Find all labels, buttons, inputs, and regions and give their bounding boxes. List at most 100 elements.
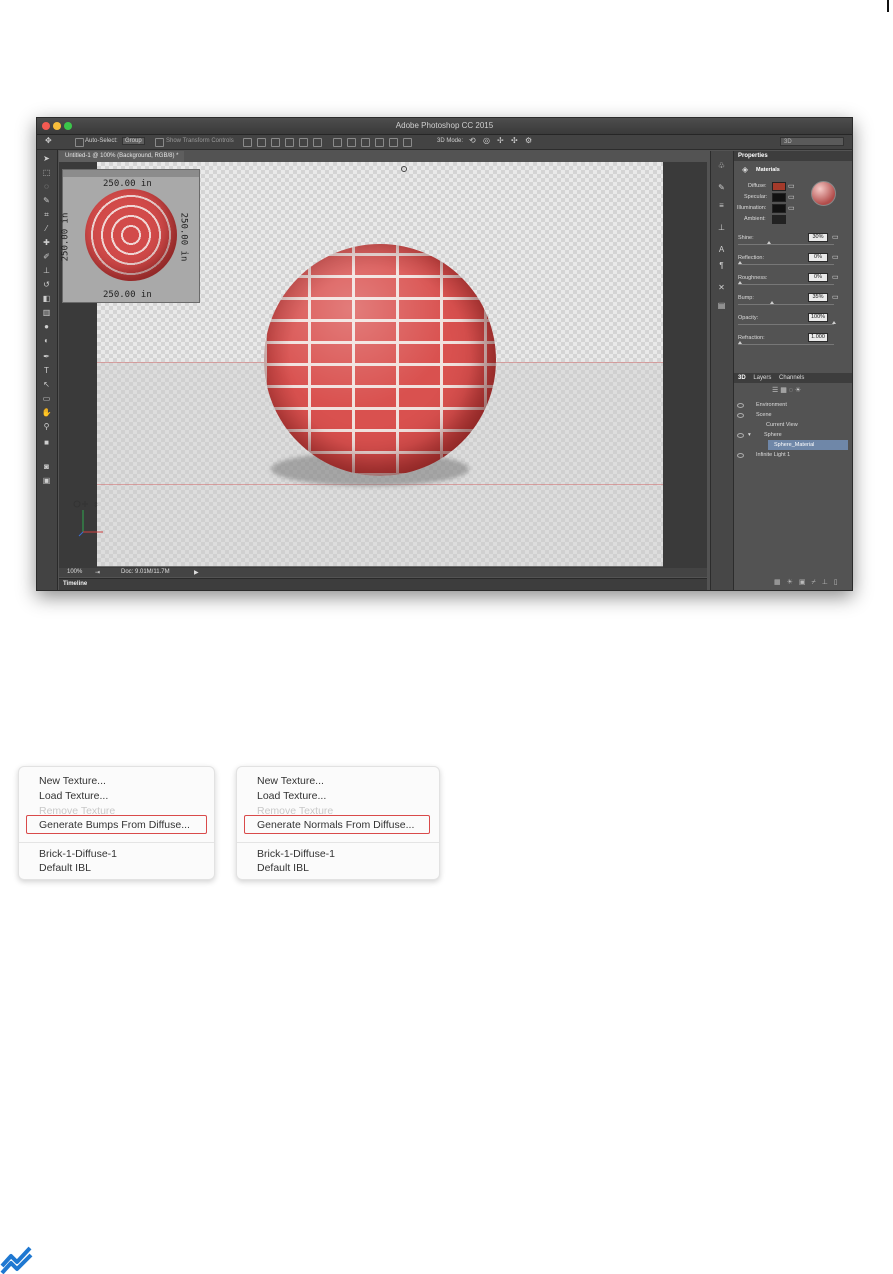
layer-row-scene[interactable]: Scene	[734, 410, 852, 420]
reflection-slider-knob[interactable]	[738, 261, 742, 264]
distribute-hcenter-icon[interactable]	[389, 138, 398, 147]
menu-item-new-texture[interactable]: New Texture...	[39, 775, 106, 787]
menu-item-load-texture[interactable]: Load Texture...	[39, 790, 108, 802]
visibility-eye-icon[interactable]	[737, 413, 744, 418]
quick-mask-icon[interactable]: ◙	[41, 462, 52, 472]
layer-row-infinite-light[interactable]: Infinite Light 1	[734, 450, 852, 460]
layer-row-current-view[interactable]: Current View	[734, 420, 852, 430]
tab-3d[interactable]: 3D	[738, 375, 746, 381]
close-window-button[interactable]	[42, 122, 50, 130]
distribute-bottom-icon[interactable]	[361, 138, 370, 147]
eraser-tool-icon[interactable]: ◧	[41, 294, 52, 304]
properties-tab[interactable]: Properties	[738, 153, 768, 159]
pan-3d-icon[interactable]: ✢	[497, 136, 504, 145]
workspace-select[interactable]: 3D	[780, 137, 844, 146]
dodge-tool-icon[interactable]: ◐	[41, 336, 52, 346]
blur-tool-icon[interactable]: ●	[41, 322, 52, 332]
visibility-eye-icon[interactable]	[737, 433, 744, 438]
shine-folder-icon[interactable]: ▭	[832, 233, 839, 241]
tools-preset-icon[interactable]: ✕	[716, 283, 727, 292]
gradient-panel-icon[interactable]: ▤	[716, 301, 727, 310]
align-vcenter-icon[interactable]	[257, 138, 266, 147]
shine-slider[interactable]	[738, 244, 834, 245]
distribute-top-icon[interactable]	[333, 138, 342, 147]
zoom-window-button[interactable]	[64, 122, 72, 130]
bump-slider[interactable]	[738, 304, 834, 305]
material-preview-ball[interactable]	[811, 181, 836, 206]
3d-panel-footer-icons[interactable]: ▦☀▣⌿⊥▯	[774, 578, 844, 587]
align-left-icon[interactable]	[285, 138, 294, 147]
character-panel-icon[interactable]: A	[716, 245, 727, 254]
shine-field[interactable]: 30%	[808, 233, 828, 242]
specular-folder-icon[interactable]: ▭	[788, 193, 795, 201]
distribute-right-icon[interactable]	[403, 138, 412, 147]
history-panel-icon[interactable]: ♧	[716, 161, 727, 170]
scale-3d-icon[interactable]: ⚙	[525, 136, 532, 145]
visibility-eye-icon[interactable]	[737, 453, 744, 458]
info-panel-icon[interactable]: ⊥	[716, 223, 727, 232]
roughness-field[interactable]: 0%	[808, 273, 828, 282]
distribute-vcenter-icon[interactable]	[347, 138, 356, 147]
roughness-folder-icon[interactable]: ▭	[832, 273, 839, 281]
light-source-icon[interactable]	[401, 166, 407, 172]
layer-row-sphere-material[interactable]: Sphere_Material	[768, 440, 848, 450]
ambient-color-swatch[interactable]	[772, 215, 786, 224]
align-right-icon[interactable]	[313, 138, 322, 147]
auto-select-dropdown[interactable]: Group	[122, 137, 145, 145]
menu-item-load-texture[interactable]: Load Texture...	[257, 790, 326, 802]
shine-slider-knob[interactable]	[767, 241, 771, 244]
path-select-tool-icon[interactable]: ↖	[41, 380, 52, 390]
menu-item-default-ibl[interactable]: Default IBL	[39, 862, 91, 874]
reflection-field[interactable]: 0%	[808, 253, 828, 262]
diffuse-folder-icon[interactable]: ▭	[788, 182, 795, 190]
tab-channels[interactable]: Channels	[779, 375, 804, 381]
shape-tool-icon[interactable]: ▭	[41, 394, 52, 404]
reflection-folder-icon[interactable]: ▭	[832, 253, 839, 261]
zoom-tool-icon[interactable]: ⚲	[41, 422, 52, 432]
timeline-tab[interactable]: Timeline	[63, 581, 87, 587]
hand-tool-icon[interactable]: ✋	[41, 408, 52, 418]
status-menu-arrow-icon[interactable]: ▶	[194, 569, 199, 576]
canvas-area[interactable]: 250.00 in 250.00 in 250.00 in 250.00 in …	[59, 162, 707, 568]
bump-folder-icon[interactable]: ▭	[832, 293, 839, 301]
visibility-eye-icon[interactable]	[737, 403, 744, 408]
document-tab[interactable]: Untitled-1 @ 100% (Background, RGB/8) *	[59, 151, 185, 162]
roll-3d-icon[interactable]: ◎	[483, 136, 490, 145]
slide-3d-icon[interactable]: ✣	[511, 136, 518, 145]
roughness-slider-knob[interactable]	[738, 281, 742, 284]
crop-tool-icon[interactable]: ⌗	[41, 210, 52, 220]
menu-item-default-ibl[interactable]: Default IBL	[257, 862, 309, 874]
marquee-tool-icon[interactable]: ⬚	[41, 168, 52, 178]
roughness-slider[interactable]	[738, 284, 834, 285]
pen-tool-icon[interactable]: ✒	[41, 352, 52, 362]
bump-slider-knob[interactable]	[770, 301, 774, 304]
menu-item-generate-normals[interactable]: Generate Normals From Diffuse...	[257, 819, 414, 831]
layer-row-sphere[interactable]: ▾ Sphere	[734, 430, 852, 440]
tab-layers[interactable]: Layers	[753, 375, 771, 381]
brick-sphere-3d-object[interactable]	[264, 244, 496, 476]
illumination-color-swatch[interactable]	[772, 204, 786, 213]
3d-filter-icons[interactable]: ☰ ▦ ◌ ☀	[772, 386, 832, 396]
quick-select-tool-icon[interactable]: ✎	[41, 196, 52, 206]
orbit-3d-icon[interactable]: ⟲	[469, 136, 476, 145]
move-tool-icon[interactable]: ➤	[41, 154, 52, 164]
lasso-tool-icon[interactable]: ◌	[41, 182, 52, 192]
refraction-slider-knob[interactable]	[738, 341, 742, 344]
align-bottom-icon[interactable]	[271, 138, 280, 147]
opacity-slider-knob[interactable]	[832, 321, 836, 324]
brush-tool-icon[interactable]: ✐	[41, 252, 52, 262]
screen-mode-icon[interactable]: ▣	[41, 476, 52, 486]
refraction-field[interactable]: 1.000	[808, 333, 828, 342]
opacity-slider[interactable]	[738, 324, 834, 325]
expand-triangle-icon[interactable]: ▾	[748, 430, 751, 440]
menu-item-new-texture[interactable]: New Texture...	[257, 775, 324, 787]
menu-item-brick-diffuse[interactable]: Brick-1-Diffuse-1	[257, 848, 335, 860]
paragraph-panel-icon[interactable]: ¶	[716, 261, 727, 270]
move-tool-icon[interactable]: ✥	[45, 136, 52, 145]
healing-tool-icon[interactable]: ✚	[41, 238, 52, 248]
3d-axis-widget[interactable]: ↕	[73, 500, 113, 540]
illumination-folder-icon[interactable]: ▭	[788, 204, 795, 212]
reflection-slider[interactable]	[738, 264, 834, 265]
distribute-left-icon[interactable]	[375, 138, 384, 147]
zoom-level[interactable]: 100%	[67, 569, 82, 575]
